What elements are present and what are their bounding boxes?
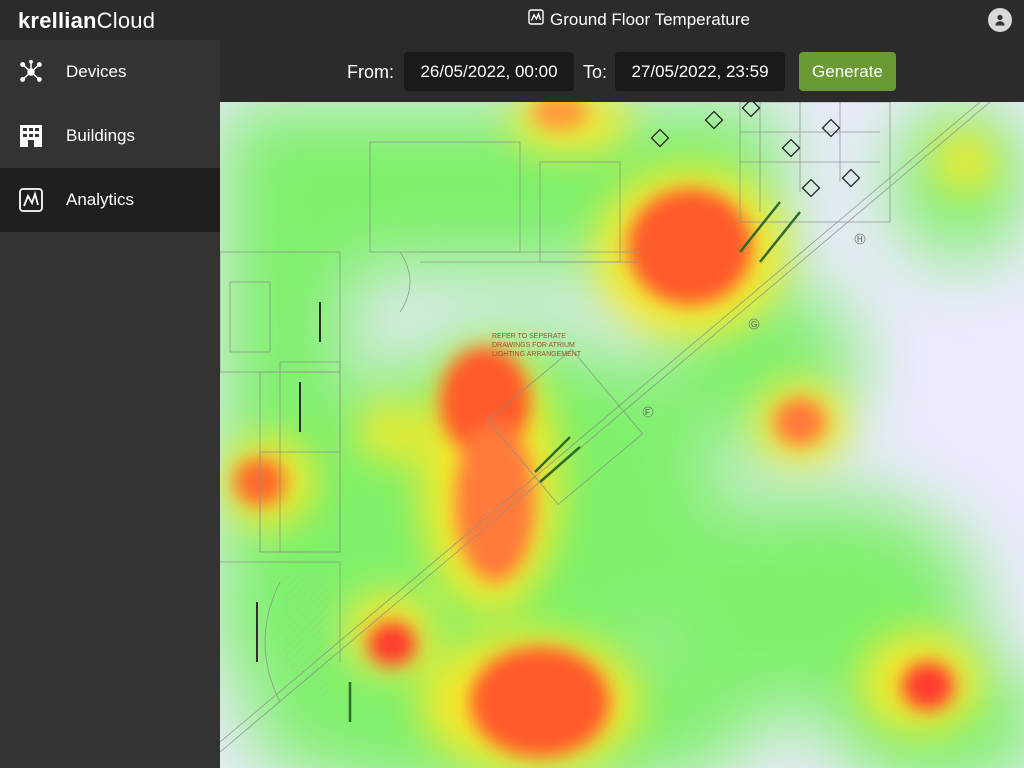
generate-button[interactable]: Generate (799, 52, 896, 91)
grid-label-f: F (645, 408, 650, 417)
grid-label-h: H (857, 235, 863, 244)
brand-name-bold: krellian (18, 8, 97, 33)
plan-annotation-line1: REFER TO SEPERATE (492, 333, 566, 340)
user-icon[interactable] (988, 8, 1012, 32)
grid-label-g: G (751, 320, 757, 329)
sidebar-item-devices[interactable]: Devices (0, 40, 220, 104)
top-bar: krellianCloud Ground Floor Temperature (0, 0, 1024, 40)
heatmap-canvas: REFER TO SEPERATE DRAWINGS FOR ATRIUM LI… (220, 102, 1024, 768)
from-label: From: (347, 62, 394, 82)
devices-icon (18, 59, 44, 85)
analytics-icon (18, 187, 44, 213)
floor-plan-heatmap[interactable]: REFER TO SEPERATE DRAWINGS FOR ATRIUM LI… (220, 102, 1024, 768)
brand-name-regular: Cloud (96, 8, 156, 33)
building-icon (18, 123, 44, 149)
page-title-text: Ground Floor Temperature (550, 9, 751, 29)
from-date-input[interactable]: 26/05/2022, 00:00 (404, 52, 574, 91)
date-range-controls: From: 26/05/2022, 00:00 To: 27/05/2022, … (220, 40, 1024, 102)
plan-annotation-line2: DRAWINGS FOR ATRIUM (492, 342, 575, 349)
sidebar-item-label: Devices (66, 62, 127, 81)
sidebar-item-buildings[interactable]: Buildings (0, 104, 220, 168)
analytics-icon (528, 9, 544, 30)
sidebar-item-label: Buildings (66, 126, 135, 145)
to-date-input[interactable]: 27/05/2022, 23:59 (615, 52, 785, 91)
to-label: To: (583, 62, 608, 82)
plan-annotation-line3: LIGHTING ARRANGEMENT (492, 351, 582, 358)
sidebar-item-analytics[interactable]: Analytics (0, 168, 220, 232)
sidebar: Devices Buildings Analytics (0, 40, 220, 768)
page-title: Ground Floor Temperature (528, 9, 750, 30)
sidebar-item-label: Analytics (66, 190, 135, 209)
brand-logo[interactable]: krellianCloud (18, 8, 155, 34)
